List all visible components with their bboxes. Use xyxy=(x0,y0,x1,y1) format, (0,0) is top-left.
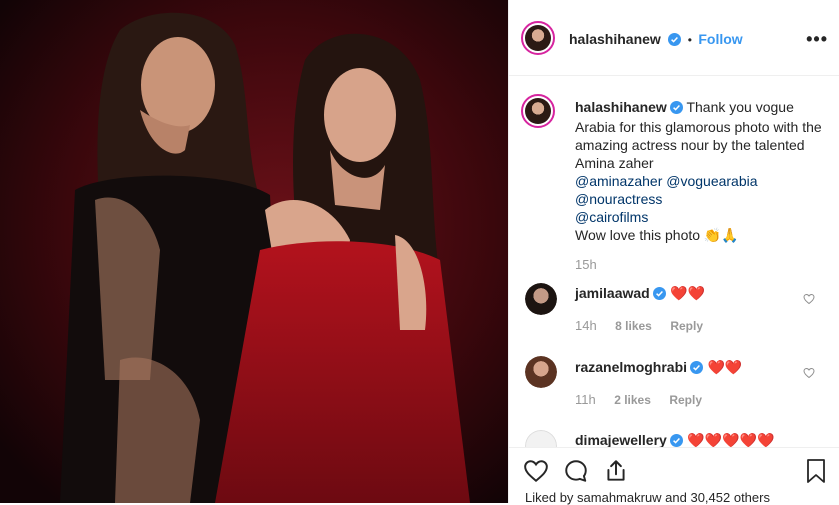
comment-like-heart-icon[interactable] xyxy=(803,292,815,310)
bookmark-icon[interactable] xyxy=(804,458,828,489)
like-heart-icon[interactable] xyxy=(523,458,549,489)
comment-line: razanelmoghrabi ❤️❤️ xyxy=(575,359,742,379)
comment-username[interactable]: dimajewellery xyxy=(575,432,667,448)
comment-meta: 11h 2 likes Reply xyxy=(575,391,702,409)
caption-mention[interactable]: @cairofilms xyxy=(575,208,825,226)
post-sidebar: halashihanew • Follow ••• halashihanew T… xyxy=(508,0,839,505)
dot-separator: • xyxy=(687,33,692,47)
comment-line: jamilaawad ❤️❤️ xyxy=(575,285,705,305)
verified-badge-icon xyxy=(690,361,704,379)
post-image[interactable] xyxy=(0,0,508,503)
author-line: halashihanew • Follow xyxy=(569,31,743,51)
post-header: halashihanew • Follow ••• xyxy=(509,0,839,76)
comment-time[interactable]: 11h xyxy=(575,392,596,407)
comment-text: ❤️❤️ xyxy=(707,359,743,375)
caption-mention[interactable]: @nouractress xyxy=(575,190,825,208)
verified-badge-icon xyxy=(652,287,666,305)
caption-closing: Wow love this photo 👏🙏 xyxy=(575,227,739,243)
caption-mention[interactable]: @aminazaher @voguearabia xyxy=(575,172,825,190)
comment-likes[interactable]: 8 likes xyxy=(615,319,652,333)
comment-time[interactable]: 14h xyxy=(575,318,597,333)
post-photo-graphic xyxy=(0,0,508,503)
reply-button[interactable]: Reply xyxy=(669,393,702,407)
comment-username[interactable]: razanelmoghrabi xyxy=(575,359,687,375)
comment-text: ❤️❤️❤️❤️❤️ xyxy=(687,432,775,448)
share-icon[interactable] xyxy=(603,458,629,489)
comment-avatar[interactable] xyxy=(525,283,557,315)
verified-badge-icon xyxy=(669,100,683,118)
comment-likes[interactable]: 2 likes xyxy=(614,393,651,407)
verified-badge-icon xyxy=(668,33,682,51)
author-username[interactable]: halashihanew xyxy=(569,31,661,47)
comment-meta: 14h 8 likes Reply xyxy=(575,317,703,335)
caption-avatar[interactable] xyxy=(521,94,555,128)
follow-button[interactable]: Follow xyxy=(698,31,742,47)
reply-button[interactable]: Reply xyxy=(670,319,703,333)
comment-avatar[interactable] xyxy=(525,356,557,388)
comment-username[interactable]: jamilaawad xyxy=(575,285,650,301)
more-options-icon[interactable]: ••• xyxy=(806,29,828,50)
caption-time[interactable]: 15h xyxy=(575,256,825,274)
author-avatar[interactable] xyxy=(521,21,555,55)
comment-bubble-icon[interactable] xyxy=(563,458,589,489)
comment-text: ❤️❤️ xyxy=(670,285,706,301)
caption: halashihanew Thank you vogue Arabia for … xyxy=(575,98,825,274)
caption-username[interactable]: halashihanew xyxy=(575,99,667,115)
comment-like-heart-icon[interactable] xyxy=(803,366,815,384)
